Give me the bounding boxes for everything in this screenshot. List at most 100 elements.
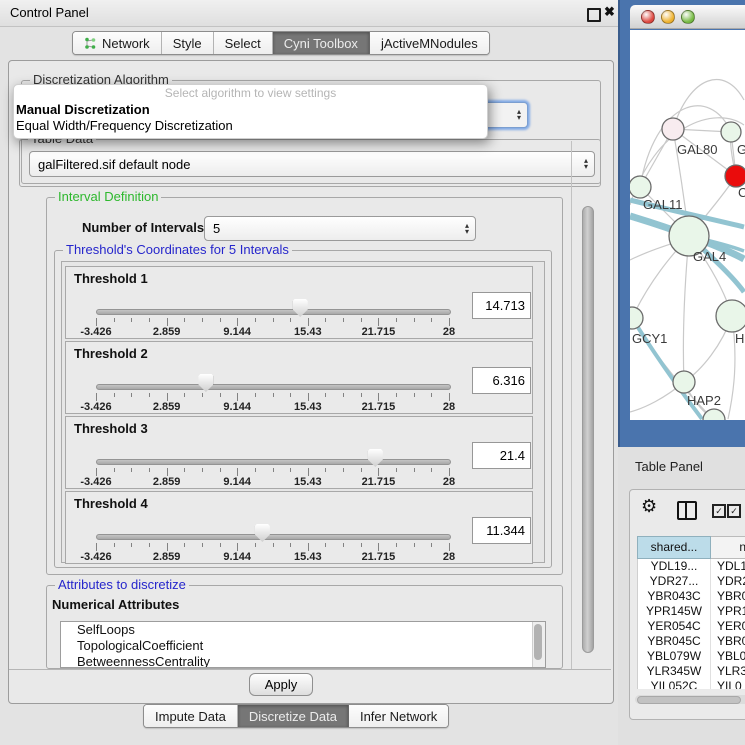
table-row[interactable]: YLR345WYLR3 [638, 664, 745, 679]
table-body: YDL19...YDL1YDR27...YDR2YBR043CYBR0YPR14… [637, 559, 745, 689]
cell-name[interactable]: YDL1 [711, 559, 745, 574]
attribute-list-item[interactable]: TopologicalCoefficient [61, 638, 545, 654]
table-horizontal-scrollbar[interactable] [635, 695, 745, 704]
tab-infer-network[interactable]: Infer Network [349, 705, 448, 727]
threshold-label: Threshold 1 [74, 271, 148, 286]
cell-shared-name[interactable]: YDR27... [638, 574, 711, 589]
cell-name[interactable]: YLR3 [711, 664, 745, 679]
cell-name[interactable]: YBL0 [711, 649, 745, 664]
float-window-icon[interactable] [587, 8, 601, 22]
network-edge[interactable] [673, 80, 744, 129]
numerical-attributes-list[interactable]: SelfLoopsTopologicalCoefficientBetweenne… [60, 621, 546, 668]
table-row[interactable]: YER054CYER0 [638, 619, 745, 634]
tick-label: 15.43 [294, 551, 322, 563]
network-node[interactable] [630, 176, 651, 198]
tick-mark [308, 318, 309, 326]
tick-mark [378, 393, 379, 401]
zoom-traffic-light-icon[interactable] [681, 10, 695, 24]
tab-jactivemnodules[interactable]: jActiveMNodules [370, 32, 489, 54]
column-header-name[interactable]: na [711, 536, 745, 559]
table-data-combo[interactable]: galFiltered.sif default node ▴▾ [29, 151, 595, 177]
tab-style[interactable]: Style [162, 32, 214, 54]
apply-button[interactable]: Apply [249, 673, 313, 696]
checkbox-icon[interactable]: ✓ [712, 504, 726, 518]
scrollbar-thumb[interactable] [582, 206, 594, 653]
threshold-value-field[interactable]: 11.344 [472, 517, 531, 544]
close-icon[interactable]: ✖ [604, 4, 615, 20]
cell-shared-name[interactable]: YDL19... [638, 559, 711, 574]
num-intervals-combo[interactable]: 5 ▴▾ [204, 216, 476, 241]
network-node[interactable] [662, 118, 684, 140]
table-row[interactable]: YBR043CYBR0 [638, 589, 745, 604]
gear-icon[interactable]: ⚙ [641, 496, 657, 517]
cell-name[interactable]: YDR2 [711, 574, 745, 589]
table-row[interactable]: YPR145WYPR1 [638, 604, 745, 619]
tick-label: -3.426 [80, 476, 111, 488]
tab-network[interactable]: Network [73, 32, 162, 54]
network-edge[interactable] [683, 236, 689, 382]
dropdown-option-manual[interactable]: Manual Discretization [14, 102, 487, 118]
network-window-titlebar[interactable] [630, 5, 745, 29]
threshold-value-field[interactable]: 14.713 [472, 292, 531, 319]
tick-label: -3.426 [80, 326, 111, 338]
list-scrollbar[interactable] [532, 622, 545, 667]
threshold-label: Threshold 2 [74, 346, 148, 361]
scrollbar-thumb[interactable] [637, 696, 741, 704]
cell-name[interactable]: YPR1 [711, 604, 745, 619]
minimize-traffic-light-icon[interactable] [661, 10, 675, 24]
cell-shared-name[interactable]: YBR045C [638, 634, 711, 649]
tick-mark [167, 393, 168, 401]
table-row[interactable]: YDR27...YDR2 [638, 574, 745, 589]
tick-label-row: -3.4262.8599.14415.4321.71528 [66, 476, 532, 488]
slider-track[interactable] [96, 459, 451, 465]
table-row[interactable]: YIL052CYIL0 [638, 679, 745, 689]
table-row[interactable]: YDL19...YDL1 [638, 559, 745, 574]
node-label: C [738, 185, 745, 200]
cell-shared-name[interactable]: YER054C [638, 619, 711, 634]
network-node[interactable] [630, 307, 643, 329]
cell-shared-name[interactable]: YPR145W [638, 604, 711, 619]
cell-name[interactable]: YIL0 [711, 679, 742, 689]
tick-mark [431, 468, 432, 472]
slider-track[interactable] [96, 384, 451, 390]
slider-track[interactable] [96, 534, 451, 540]
column-header-shared-name[interactable]: shared... [637, 536, 711, 559]
cell-shared-name[interactable]: YLR345W [638, 664, 711, 679]
scrollbar-thumb[interactable] [534, 624, 542, 660]
tick-mark [220, 543, 221, 547]
tab-discretize-data[interactable]: Discretize Data [238, 705, 349, 727]
slider-track[interactable] [96, 309, 451, 315]
tick-mark [325, 543, 326, 547]
threshold-value-field[interactable]: 6.316 [472, 367, 531, 394]
network-node[interactable] [703, 409, 725, 420]
cell-shared-name[interactable]: YIL052C [638, 679, 711, 689]
checkbox-icon[interactable]: ✓ [727, 504, 741, 518]
network-node[interactable] [716, 300, 745, 332]
network-view-window[interactable]: GAL80GACGAL11GAL4GCY1HHAP2 [618, 0, 745, 447]
network-node[interactable] [721, 122, 741, 142]
network-canvas[interactable]: GAL80GACGAL11GAL4GCY1HHAP2 [630, 30, 745, 420]
tab-cyni-toolbox[interactable]: Cyni Toolbox [273, 32, 370, 54]
tick-mark [131, 318, 132, 322]
threshold-panel-3: Threshold 3 -3.4262.8599.14415.4321.7152… [65, 416, 533, 489]
tick-mark [414, 318, 415, 322]
attribute-list-item[interactable]: BetweennessCentrality [61, 654, 545, 668]
dropdown-option-equal-width[interactable]: Equal Width/Frequency Discretization [14, 118, 487, 134]
tab-impute-data[interactable]: Impute Data [144, 705, 238, 727]
cell-name[interactable]: YBR0 [711, 589, 745, 604]
cell-shared-name[interactable]: YBL079W [638, 649, 711, 664]
cell-shared-name[interactable]: YBR043C [638, 589, 711, 604]
threshold-panel-2: Threshold 2 -3.4262.8599.14415.4321.7152… [65, 341, 533, 414]
tab-select[interactable]: Select [214, 32, 273, 54]
attribute-list-item[interactable]: SelfLoops [61, 622, 545, 638]
table-row[interactable]: YBL079WYBL0 [638, 649, 745, 664]
network-node[interactable] [725, 165, 745, 187]
cell-name[interactable]: YER0 [711, 619, 745, 634]
network-node[interactable] [673, 371, 695, 393]
threshold-value-field[interactable]: 21.4 [472, 442, 531, 469]
columns-icon[interactable] [677, 501, 697, 520]
close-traffic-light-icon[interactable] [641, 10, 655, 24]
cell-name[interactable]: YBR0 [711, 634, 745, 649]
table-row[interactable]: YBR045CYBR0 [638, 634, 745, 649]
panel-vertical-scrollbar[interactable] [580, 146, 594, 669]
